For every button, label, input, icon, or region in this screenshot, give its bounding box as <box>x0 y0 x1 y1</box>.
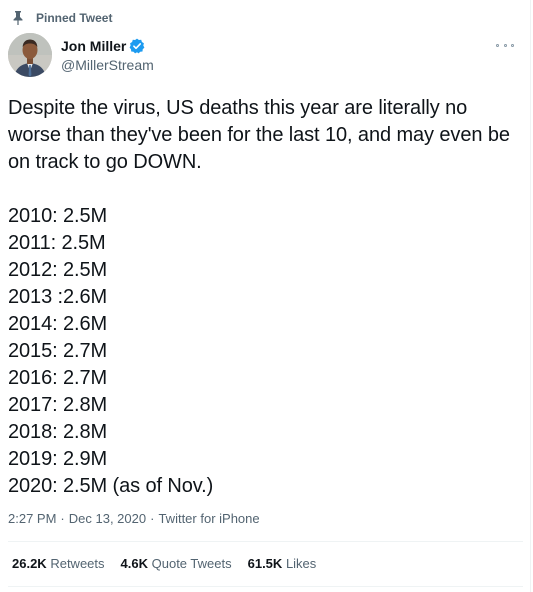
tweet-line: 2018: 2.8M <box>8 421 108 443</box>
avatar[interactable] <box>8 33 52 77</box>
tweet-date[interactable]: Dec 13, 2020 <box>69 511 146 526</box>
tweet-card: Pinned Tweet Jon Miller @MillerStream De… <box>0 0 531 592</box>
author-handle[interactable]: @MillerStream <box>61 57 154 73</box>
likes-count: 61.5K <box>247 556 283 571</box>
divider <box>8 586 523 587</box>
more-options-icon[interactable] <box>496 40 514 50</box>
retweets-label: Retweets <box>50 556 105 571</box>
meta-separator: · <box>150 511 155 526</box>
tweet-meta: 2:27 PM · Dec 13, 2020 · Twitter for iPhone <box>8 511 260 526</box>
tweet-line: 2012: 2.5M <box>8 259 108 281</box>
likes-stat[interactable]: 61.5K Likes <box>248 556 317 571</box>
pinned-indicator: Pinned Tweet <box>12 11 112 25</box>
tweet-time[interactable]: 2:27 PM <box>8 511 56 526</box>
tweet-line: 2016: 2.7M <box>8 367 108 389</box>
tweet-line: 2011: 2.5M <box>8 232 106 254</box>
tweet-source[interactable]: Twitter for iPhone <box>158 511 259 526</box>
verified-badge-icon <box>129 38 145 54</box>
pin-icon <box>12 11 24 25</box>
quote-tweets-count: 4.6K <box>120 556 148 571</box>
retweets-stat[interactable]: 26.2K Retweets <box>12 556 105 571</box>
tweet-line: 2013 :2.6M <box>8 286 108 308</box>
tweet-line: 2019: 2.9M <box>8 448 108 470</box>
tweet-text: Despite the virus, US deaths this year a… <box>8 95 523 500</box>
tweet-line: 2020: 2.5M (as of Nov.) <box>8 475 214 497</box>
tweet-line: 2014: 2.6M <box>8 313 108 335</box>
author-name[interactable]: Jon Miller <box>61 38 126 54</box>
tweet-intro: Despite the virus, US deaths this year a… <box>8 97 510 173</box>
tweet-line: 2017: 2.8M <box>8 394 108 416</box>
quote-tweets-label: Quote Tweets <box>151 556 232 571</box>
likes-label: Likes <box>285 556 317 571</box>
retweets-count: 26.2K <box>12 556 47 571</box>
divider <box>8 541 523 542</box>
tweet-stats: 26.2K Retweets 4.6K Quote Tweets 61.5K L… <box>12 556 332 571</box>
author-name-row[interactable]: Jon Miller <box>61 38 145 54</box>
tweet-line: 2015: 2.7M <box>8 340 108 362</box>
meta-separator: · <box>60 511 65 526</box>
tweet-line: 2010: 2.5M <box>8 205 108 227</box>
quote-tweets-stat[interactable]: 4.6K Quote Tweets <box>121 556 232 571</box>
pinned-label: Pinned Tweet <box>36 11 113 25</box>
